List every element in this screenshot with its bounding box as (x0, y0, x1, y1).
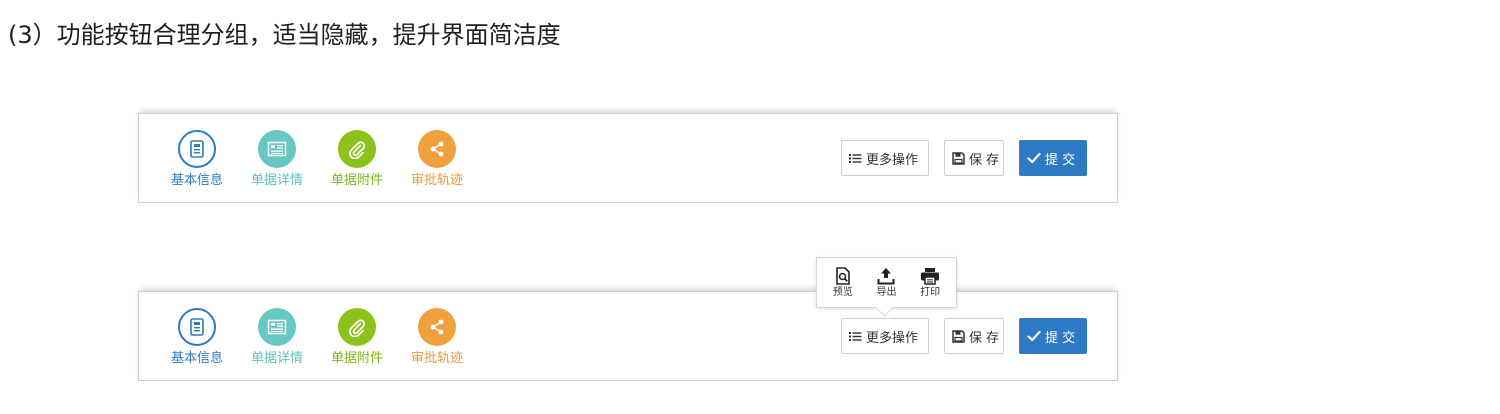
print-icon (921, 267, 940, 285)
section-heading: (3）功能按钮合理分组，适当隐藏，提升界面简洁度 (8, 21, 561, 49)
list-icon (849, 331, 862, 341)
menu-item-export[interactable]: 导出 (876, 267, 896, 299)
save-label: 保 存 (969, 330, 1000, 346)
toolbar-actions: 更多操作 保 存 提 交 (841, 318, 1087, 354)
save-button[interactable]: 保 存 (944, 318, 1004, 354)
list-detail-icon (258, 308, 296, 346)
floppy-disk-icon (952, 329, 965, 343)
paperclip-icon (338, 308, 376, 346)
paperclip-icon (338, 130, 376, 168)
nav-label: 审批轨迹 (410, 173, 463, 188)
nav-label: 单据附件 (330, 351, 383, 366)
export-icon (877, 267, 895, 284)
nav-item-basic-info[interactable]: 基本信息 (157, 130, 237, 189)
more-actions-button[interactable]: 更多操作 (841, 140, 929, 176)
share-icon (418, 308, 456, 346)
save-button[interactable]: 保 存 (944, 140, 1004, 176)
nav-item-approval-trail[interactable]: 审批轨迹 (397, 130, 477, 189)
submit-label: 提 交 (1045, 330, 1076, 346)
nav-label: 基本信息 (170, 173, 223, 188)
nav-label: 单据详情 (250, 173, 303, 188)
toolbar-panel-expanded: 基本信息 单据详情 单据附件 审批轨迹 更多操作 保 存 提 交 (138, 291, 1118, 381)
nav-label: 单据详情 (250, 351, 303, 366)
menu-item-label: 预览 (832, 286, 853, 298)
nav-item-approval-trail[interactable]: 审批轨迹 (397, 308, 477, 367)
submit-label: 提 交 (1045, 152, 1076, 168)
document-icon (178, 308, 216, 346)
menu-item-print[interactable]: 打印 (920, 267, 940, 299)
nav-item-detail[interactable]: 单据详情 (237, 308, 317, 367)
checkmark-icon (1027, 152, 1041, 164)
save-label: 保 存 (969, 152, 1000, 168)
checkmark-icon (1027, 330, 1041, 342)
nav-item-detail[interactable]: 单据详情 (237, 130, 317, 189)
toolbar-actions: 更多操作 保 存 提 交 (841, 140, 1087, 176)
more-actions-menu: 预览 导出 打印 (816, 257, 957, 317)
share-icon (418, 130, 456, 168)
document-icon (178, 130, 216, 168)
nav-item-attachment[interactable]: 单据附件 (317, 308, 397, 367)
nav-label: 单据附件 (330, 173, 383, 188)
menu-item-label: 导出 (876, 286, 897, 298)
toolbar-panel: 基本信息 单据详情 单据附件 审批轨迹 更多操作 保 存 提 交 (138, 113, 1118, 203)
toolbar-nav: 基本信息 单据详情 单据附件 审批轨迹 (157, 130, 477, 189)
preview-icon (836, 266, 850, 285)
more-actions-label: 更多操作 (866, 330, 919, 346)
nav-item-basic-info[interactable]: 基本信息 (157, 308, 237, 367)
menu-item-label: 打印 (920, 286, 941, 298)
menu-item-preview[interactable]: 预览 (832, 266, 853, 299)
floppy-disk-icon (952, 151, 965, 165)
nav-label: 基本信息 (170, 351, 223, 366)
toolbar-nav: 基本信息 单据详情 单据附件 审批轨迹 (157, 308, 477, 367)
more-actions-button[interactable]: 更多操作 (841, 318, 929, 354)
submit-button[interactable]: 提 交 (1019, 140, 1087, 176)
nav-item-attachment[interactable]: 单据附件 (317, 130, 397, 189)
list-detail-icon (258, 130, 296, 168)
more-actions-label: 更多操作 (866, 152, 919, 168)
nav-label: 审批轨迹 (410, 351, 463, 366)
list-icon (849, 153, 862, 163)
submit-button[interactable]: 提 交 (1019, 318, 1087, 354)
